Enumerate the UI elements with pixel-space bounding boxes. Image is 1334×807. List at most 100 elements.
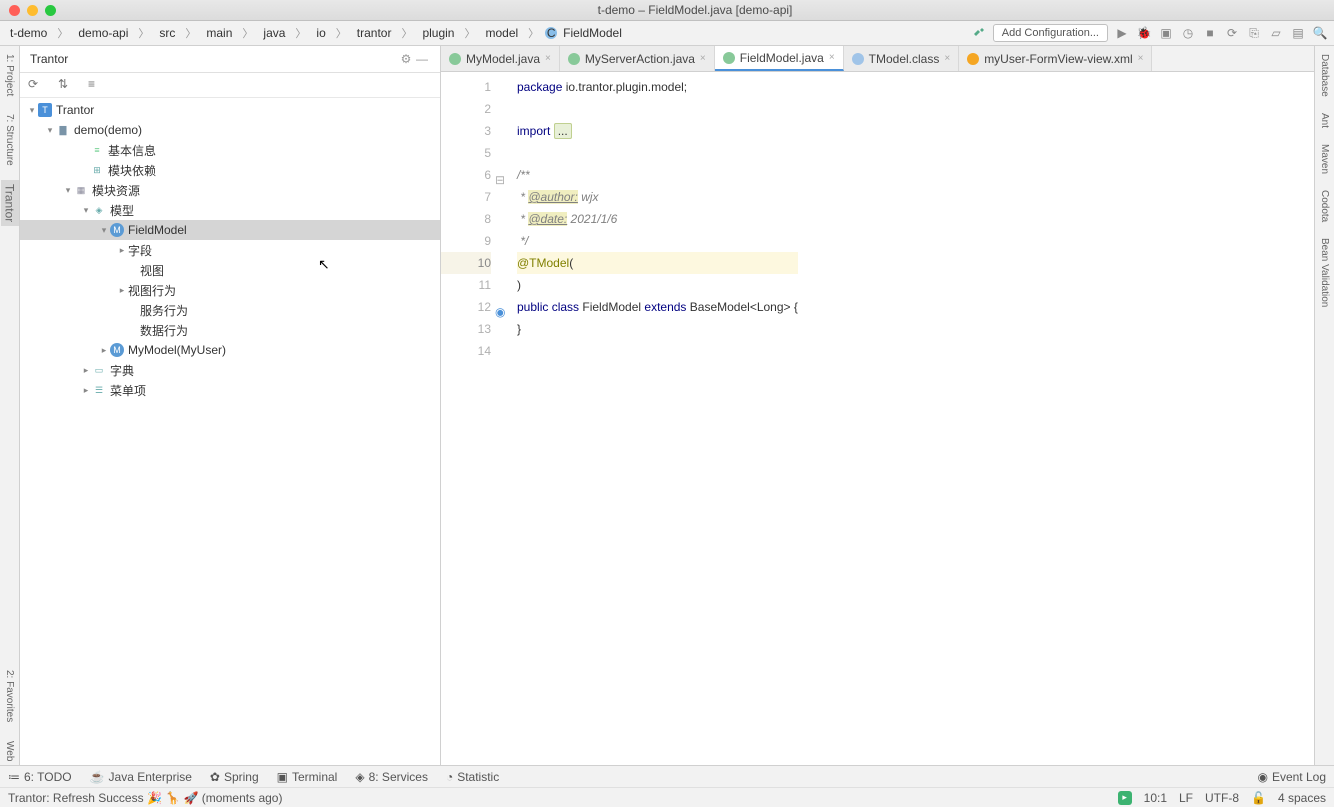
status-message: Trantor: Refresh Success 🎉 🦒 🚀 (moments … — [8, 791, 282, 805]
tree-views[interactable]: ▸视图 — [20, 260, 440, 280]
java-enterprise-button[interactable]: ☕ Java Enterprise — [90, 770, 192, 784]
crumb[interactable]: src — [155, 25, 179, 41]
mouse-cursor: ↖ — [318, 256, 330, 273]
tree-models[interactable]: ▾◈模型 — [20, 200, 440, 220]
crumb[interactable]: FieldModel — [559, 25, 626, 41]
tab-tmodel[interactable]: TModel.class× — [844, 46, 960, 71]
crumb[interactable]: demo-api — [74, 25, 132, 41]
class-icon: C — [545, 27, 557, 39]
titlebar: t-demo – FieldModel.java [demo-api] — [0, 0, 1334, 21]
collapse-icon[interactable]: ≡ — [88, 77, 104, 93]
crumb[interactable]: model — [481, 25, 522, 41]
crumb[interactable]: java — [259, 25, 289, 41]
tab-mymodel[interactable]: MyModel.java× — [441, 46, 560, 71]
tab-fieldmodel[interactable]: FieldModel.java× — [715, 46, 844, 71]
web-tab[interactable]: Web — [2, 737, 17, 765]
xml-icon — [967, 53, 979, 65]
stop-icon[interactable]: ■ — [1202, 25, 1218, 41]
project-tab[interactable]: 1: Project — [2, 50, 17, 100]
database-tab[interactable]: Database — [1318, 50, 1331, 101]
vcs-icon[interactable]: ⎘ — [1246, 25, 1262, 41]
bean-tab[interactable]: Bean Validation — [1318, 234, 1331, 311]
coverage-icon[interactable]: ▣ — [1158, 25, 1174, 41]
window-controls — [0, 5, 56, 16]
gear-icon[interactable]: ⚙ — [398, 52, 414, 66]
panel-toolbar: ⟳ ⇅ ≡ — [20, 73, 440, 98]
code-editor[interactable]: 12356⊟789101112◉1314 package io.trantor.… — [441, 72, 1314, 765]
tree-dataact[interactable]: ▸数据行为 — [20, 320, 440, 340]
fold-icon[interactable]: ⊟ — [495, 169, 505, 179]
right-tool-strip: Database Ant Maven Codota Bean Validatio… — [1314, 46, 1334, 765]
search-icon[interactable]: 🔍 — [1312, 25, 1328, 41]
folder-icon: ▇ — [56, 123, 70, 137]
tree-root[interactable]: ▾TTrantor — [20, 100, 440, 120]
codota-tab[interactable]: Codota — [1318, 186, 1331, 226]
encoding[interactable]: UTF-8 — [1205, 791, 1239, 805]
tree-viewact[interactable]: ▸视图行为 — [20, 280, 440, 300]
ant-tab[interactable]: Ant — [1318, 109, 1331, 132]
run-icon[interactable]: ▶ — [1114, 25, 1130, 41]
debug-icon[interactable]: 🐞 — [1136, 25, 1152, 41]
expand-icon[interactable]: ⇅ — [58, 77, 74, 93]
favorites-tab[interactable]: 2: Favorites — [2, 666, 17, 726]
mirror-icon[interactable]: ▱ — [1268, 25, 1284, 41]
minimize-panel-icon[interactable]: — — [414, 52, 430, 66]
panel-icon[interactable]: ▤ — [1290, 25, 1306, 41]
class-icon — [723, 52, 735, 64]
close-icon[interactable]: × — [944, 53, 950, 64]
tree-demo[interactable]: ▾▇demo(demo) — [20, 120, 440, 140]
crumb[interactable]: io — [312, 25, 329, 41]
close-icon[interactable]: × — [700, 53, 706, 64]
maven-tab[interactable]: Maven — [1318, 140, 1331, 178]
model-icon: ◈ — [92, 203, 106, 217]
tree-fields[interactable]: ▸字段 — [20, 240, 440, 260]
crumb[interactable]: t-demo — [6, 25, 51, 41]
m-icon: M — [110, 343, 124, 357]
tab-myuser-xml[interactable]: myUser-FormView-view.xml× — [959, 46, 1152, 71]
event-log-button[interactable]: ◉ Event Log — [1257, 770, 1326, 784]
project-tree: ▾TTrantor ▾▇demo(demo) ▸≡基本信息 ▸⊞模块依赖 ▾▦模… — [20, 98, 440, 765]
status-indicator[interactable]: ▸ — [1118, 791, 1132, 805]
minimize-icon[interactable] — [27, 5, 38, 16]
statistic-button[interactable]: ◔ Statistic — [446, 770, 499, 784]
tree-basic[interactable]: ▸≡基本信息 — [20, 140, 440, 160]
add-configuration-button[interactable]: Add Configuration... — [993, 24, 1108, 42]
lock-icon[interactable]: 🔓 — [1251, 791, 1266, 805]
tree-mymodel[interactable]: ▸MMyModel(MyUser) — [20, 340, 440, 360]
maximize-icon[interactable] — [45, 5, 56, 16]
dep-icon: ⊞ — [90, 163, 104, 177]
tab-myserveraction[interactable]: MyServerAction.java× — [560, 46, 715, 71]
close-icon[interactable]: × — [1138, 53, 1144, 64]
trantor-tab[interactable]: Trantor — [1, 180, 19, 226]
structure-tab[interactable]: 7: Structure — [2, 110, 17, 170]
indent[interactable]: 4 spaces — [1278, 791, 1326, 805]
crumb[interactable]: trantor — [353, 25, 396, 41]
profile-icon[interactable]: ◷ — [1180, 25, 1196, 41]
line-separator[interactable]: LF — [1179, 791, 1193, 805]
todo-button[interactable]: ≔ 6: TODO — [8, 770, 72, 784]
close-icon[interactable]: × — [545, 53, 551, 64]
tree-menu[interactable]: ▸☰菜单项 — [20, 380, 440, 400]
spring-button[interactable]: ✿ Spring — [210, 770, 259, 784]
tree-dep[interactable]: ▸⊞模块依赖 — [20, 160, 440, 180]
left-tool-strip: 1: Project 7: Structure Trantor 2: Favor… — [0, 46, 20, 765]
close-icon[interactable] — [9, 5, 20, 16]
cursor-position[interactable]: 10:1 — [1144, 791, 1167, 805]
tree-dict[interactable]: ▸▭字典 — [20, 360, 440, 380]
tree-svcact[interactable]: ▸服务行为 — [20, 300, 440, 320]
m-icon: M — [110, 223, 124, 237]
close-icon[interactable]: × — [829, 52, 835, 63]
hammer-icon[interactable] — [971, 25, 987, 41]
restart-icon[interactable]: ⟳ — [1224, 25, 1240, 41]
services-button[interactable]: ◈ 8: Services — [355, 770, 428, 784]
res-icon: ▦ — [74, 183, 88, 197]
terminal-button[interactable]: ▣ Terminal — [277, 770, 338, 784]
crumb[interactable]: main — [202, 25, 236, 41]
class-gutter-icon[interactable]: ◉ — [495, 301, 505, 311]
class-icon — [852, 53, 864, 65]
refresh-icon[interactable]: ⟳ — [28, 77, 44, 93]
crumb[interactable]: plugin — [418, 25, 458, 41]
tree-res[interactable]: ▾▦模块资源 — [20, 180, 440, 200]
breadcrumb: t-demo〉 demo-api〉 src〉 main〉 java〉 io〉 t… — [6, 24, 971, 42]
tree-fieldmodel[interactable]: ▾MFieldModel — [20, 220, 440, 240]
